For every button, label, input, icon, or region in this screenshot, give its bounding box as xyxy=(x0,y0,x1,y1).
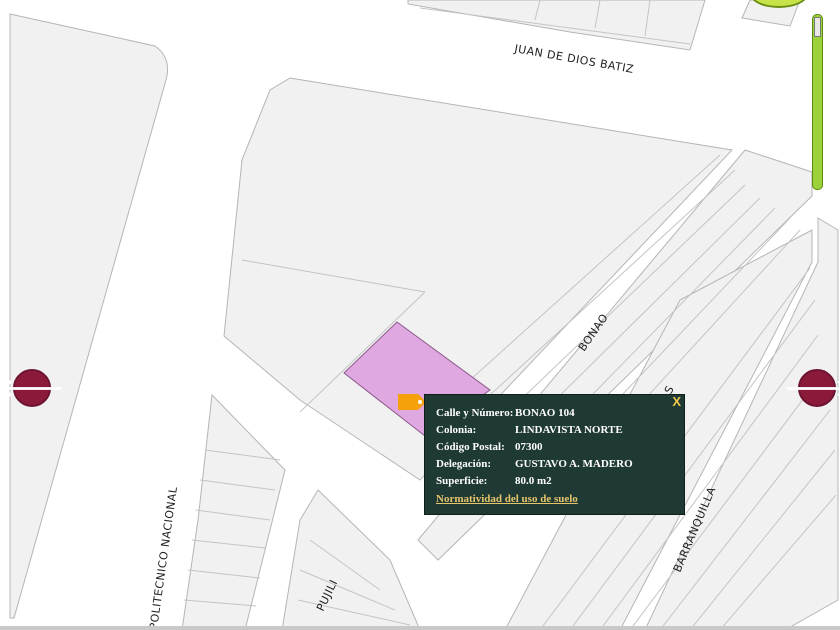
popup-row-colonia: Colonia: LINDAVISTA NORTE xyxy=(436,422,674,439)
map-canvas[interactable]: JUAN DE DIOS BATIZ BONAO BARRAS BARRANQU… xyxy=(0,0,840,630)
popup-key: Calle y Número: xyxy=(436,407,514,419)
zoom-slider-handle[interactable] xyxy=(814,17,821,37)
info-popup: X Calle y Número: BONAO 104 Colonia: LIN… xyxy=(424,394,685,515)
zoom-slider[interactable] xyxy=(812,14,823,190)
popup-key: Superficie: xyxy=(436,475,488,487)
close-icon[interactable]: X xyxy=(672,394,681,409)
land-use-regulation-link[interactable]: Normatividad del uso de suelo xyxy=(436,491,674,508)
popup-row-address: Calle y Número: BONAO 104 xyxy=(436,405,674,422)
popup-value: 80.0 m2 xyxy=(515,475,552,487)
popup-value: GUSTAVO A. MADERO xyxy=(515,458,633,470)
popup-value: 07300 xyxy=(515,441,543,453)
popup-key: Código Postal: xyxy=(436,441,505,453)
arrow-left-icon[interactable]: 🡐 xyxy=(0,369,64,407)
popup-value: BONAO 104 xyxy=(515,407,575,419)
popup-key: Colonia: xyxy=(436,424,477,436)
popup-value: LINDAVISTA NORTE xyxy=(515,424,623,436)
popup-row-delegacion: Delegación: GUSTAVO A. MADERO xyxy=(436,456,674,473)
popup-row-postal-code: Código Postal: 07300 xyxy=(436,439,674,456)
arrow-right-icon[interactable]: 🡒 xyxy=(785,369,840,407)
map-bottom-border xyxy=(0,626,840,630)
popup-key: Delegación: xyxy=(436,458,491,470)
popup-row-superficie: Superficie: 80.0 m2 xyxy=(436,473,674,490)
